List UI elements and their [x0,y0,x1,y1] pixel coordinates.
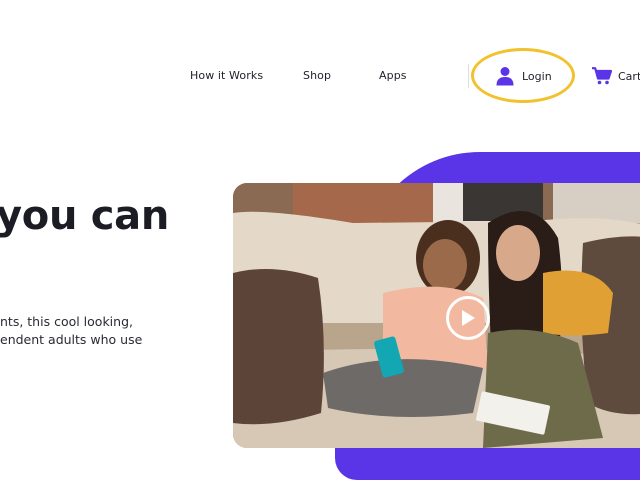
cart-icon [592,67,612,85]
cart-label: Cart [618,69,640,83]
play-button[interactable] [446,296,490,340]
nav-divider [468,64,469,88]
cart-button[interactable]: Cart [592,66,640,86]
login-button[interactable]: Login [496,64,552,88]
login-label: Login [522,69,552,83]
nav-shop[interactable]: Shop [303,69,331,82]
hero-heading: you can [0,193,170,239]
video-thumbnail-image [233,183,640,448]
hero-description-line-1: nts, this cool looking, [0,314,133,329]
user-icon [496,67,514,86]
nav-apps[interactable]: Apps [379,69,407,82]
nav-how-it-works[interactable]: How it Works [190,69,263,82]
hero-description-line-2: endent adults who use [0,332,143,347]
play-icon [462,310,475,326]
video-thumbnail[interactable] [233,183,640,448]
